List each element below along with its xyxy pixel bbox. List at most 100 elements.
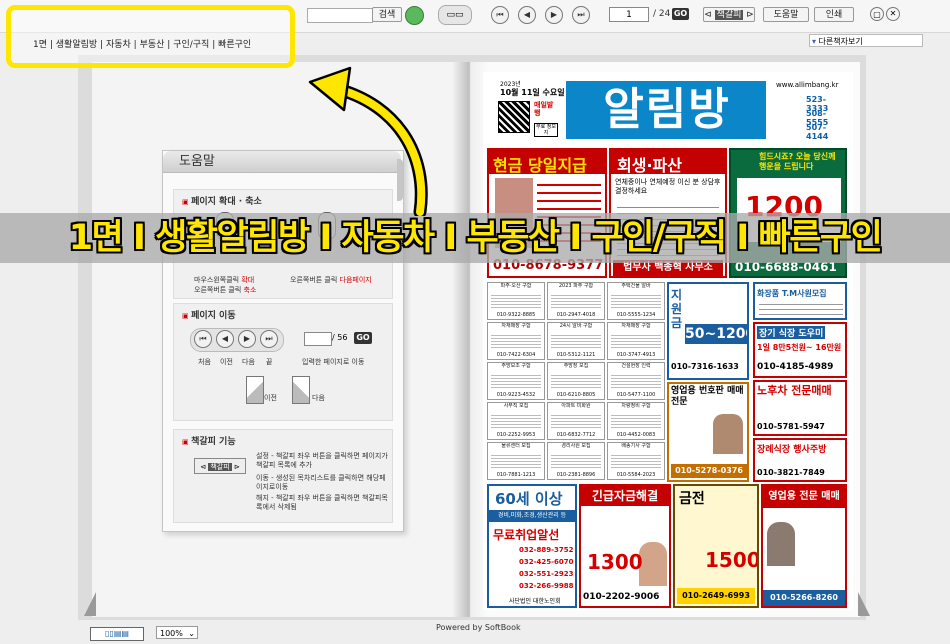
- help-bookmark-set: 설정 - 책갈피 좌우 버튼을 클릭하면 페이지가 책갈피 목록에 추가: [256, 452, 388, 469]
- ad-subsidy-title: 지원금: [671, 288, 683, 330]
- ad-senior-phone-3: 032-551-2923: [519, 570, 574, 578]
- powered-by: Powered by SoftBook: [436, 623, 521, 632]
- ad-gold-title: 금전: [679, 491, 705, 507]
- ad-lucky-title: 힘드시죠? 오늘 당신께 행운을 드립니다: [759, 152, 836, 171]
- page-flip-next-icon: [292, 376, 310, 404]
- prev-page-icon[interactable]: ◀: [518, 6, 536, 24]
- classified-ad-cell: 주방보조 구함 010-9223-4532: [487, 362, 545, 400]
- ad-business: 영업용 전문 매매 010-5266-8260: [761, 484, 847, 608]
- go-button[interactable]: GO: [672, 8, 689, 20]
- help-next-icon: ▶: [238, 330, 256, 348]
- classified-ad-cell: 24시 알바 구함 010-5312-1121: [547, 322, 605, 360]
- classified-ad-title: 2023 파주 구함: [558, 283, 594, 289]
- nav-item-cars[interactable]: 자동차: [106, 40, 131, 50]
- classified-ad-body: [611, 453, 661, 469]
- masthead: 2023년 10월 11일 수요일 매일발행 무료 정보지 알림방 www.al…: [488, 75, 848, 143]
- classified-ad-title: 건설현장 인력: [621, 363, 651, 369]
- classified-ad-cell: 사무직 모집 010-2252-9953: [487, 402, 545, 440]
- classified-ad-phone: 010-6832-7712: [556, 432, 596, 438]
- nav-item-jobs[interactable]: 구인/구직: [173, 40, 209, 50]
- ad-business-photo: [767, 522, 795, 566]
- classified-ad-title: 아파트 미화원: [561, 403, 591, 409]
- nav-item-living[interactable]: 생활알림방: [56, 40, 97, 50]
- ad-senior-title: 60세 이상: [495, 490, 563, 508]
- ad-loan-photo: [639, 542, 667, 586]
- search-button[interactable]: 검색: [372, 7, 402, 22]
- ad-rehab-title: 회생·파산: [617, 156, 682, 175]
- print-button[interactable]: 인쇄: [814, 7, 854, 22]
- help-bookmark-delete: 해지 - 책갈피 좌우 버튼을 클릭하면 책갈피목록에서 삭제됨: [256, 494, 388, 511]
- zoom-out-label: 축소: [243, 286, 257, 294]
- classified-ad-phone: 010-5555-1234: [616, 312, 656, 318]
- page-curl-right-icon[interactable]: [858, 592, 870, 616]
- bookmark-right-icon[interactable]: ⊳: [746, 10, 754, 20]
- nav-item-front[interactable]: 1면: [33, 40, 47, 50]
- help-move-prev: 이전: [220, 358, 233, 366]
- classified-ad-title: 물류센터 모집: [501, 443, 531, 449]
- classified-ad-cell: 물류센터 모집 010-7881-1213: [487, 442, 545, 480]
- zoom-left-text-1: 마우스왼쪽클릭: [194, 276, 240, 284]
- ad-senior-phone-1: 032-889-3752: [519, 546, 574, 554]
- bookmark-label: 책갈피: [714, 10, 744, 20]
- help-bookmark-right-icon: ⊳: [233, 463, 240, 471]
- help-bookmark-btn: ⊲ 책갈피 ⊳: [194, 458, 246, 474]
- ad-business-title: 영업용 전문 매매: [763, 486, 845, 508]
- classified-ad-body: [611, 293, 661, 309]
- classified-ad-cell: 아파트 미화원 010-6832-7712: [547, 402, 605, 440]
- search-input[interactable]: [307, 8, 373, 23]
- classified-ad-title: 파주·오산 구함: [500, 283, 532, 289]
- ad-loan-amount: 1300: [587, 550, 643, 574]
- ad-subsidy-amount: 50~1200: [685, 324, 749, 344]
- view-mode-icon[interactable]: ▭▭: [438, 5, 472, 25]
- daily-issue: 매일발행: [534, 101, 554, 117]
- classified-ad-title: 배송기사 구함: [621, 443, 651, 449]
- ad-business-phone: 010-5266-8260: [763, 590, 845, 606]
- ad-loan: 긴급자금해결 1300 010-2202-9006: [579, 484, 671, 608]
- window-icon[interactable]: ▢: [870, 7, 884, 21]
- paper-url: www.allimbang.kr: [776, 81, 839, 89]
- classified-ad-phone: 010-3747-4913: [616, 352, 656, 358]
- ad-truck-title: 영업용 번호판 매매전문: [671, 386, 744, 407]
- help-move-first: 처음: [198, 358, 211, 366]
- next-page-hint: 다음페이지: [339, 276, 372, 284]
- classified-ad-cell: 파주·오산 구함 010-9322-8885: [487, 282, 545, 320]
- classified-ad-phone: 010-6210-8805: [556, 392, 596, 398]
- classified-ad-title: 24시 알바 구함: [559, 323, 593, 329]
- next-page-icon[interactable]: ▶: [545, 6, 563, 24]
- classified-ad-body: [611, 413, 661, 429]
- ad-cosmetics-title: 화장품 T.M사원모집: [757, 289, 827, 298]
- classified-ad-cell: 경리사원 모집 010-2381-8896: [547, 442, 605, 480]
- nav-item-realestate[interactable]: 부동산: [140, 40, 165, 50]
- first-page-icon[interactable]: ⏮: [491, 6, 509, 24]
- annotation-arrow-icon: [308, 66, 428, 216]
- ad-loan-title: 긴급자금해결: [581, 486, 669, 506]
- bookmark-button[interactable]: ⊲ 책갈피 ⊳: [703, 7, 755, 22]
- classified-ad-title: 자재매장 구함: [501, 323, 531, 329]
- search-go-icon[interactable]: [405, 6, 424, 25]
- ad-truck-photo: [713, 414, 743, 454]
- zoom-left-text-2: 오른쪽버튼 클릭: [194, 286, 242, 294]
- last-page-icon[interactable]: ⏭: [572, 6, 590, 24]
- help-next-label: 다음: [312, 394, 325, 402]
- page-number-input[interactable]: 1: [609, 7, 649, 22]
- classified-ad-phone: 010-5312-1121: [556, 352, 596, 358]
- classified-ad-cell: 건설현장 인력 010-5477-1100: [607, 362, 665, 400]
- zoom-select[interactable]: 100% ⌄: [156, 626, 198, 639]
- help-bookmark-section: 책갈피 기능 ⊲ 책갈피 ⊳ 설정 - 책갈피 좌우 버튼을 클릭하면 페이지가…: [173, 429, 393, 523]
- classified-ad-cell: 차량정비 구함 010-4452-0083: [607, 402, 665, 440]
- ad-gold-amount: 1500: [705, 548, 759, 572]
- classified-ad-phone: 010-9322-8885: [496, 312, 536, 318]
- fax-number: 507-4144: [806, 123, 829, 141]
- other-books-dropdown[interactable]: ▾ 다른책자보기: [809, 34, 923, 47]
- ad-oldcar-title: 노후차 전문매매: [757, 384, 832, 397]
- help-bookmark-title: 책갈피 기능: [174, 430, 392, 447]
- classified-ad-phone: 010-4452-0083: [616, 432, 656, 438]
- nav-item-quick-jobs[interactable]: 빠른구인: [218, 40, 251, 50]
- thumbnail-view-icon[interactable]: ▯▯▤▤: [90, 627, 144, 641]
- issue-date: 10월 11일 수요일: [500, 88, 565, 97]
- bookmark-left-icon[interactable]: ⊲: [704, 10, 712, 20]
- help-button[interactable]: 도움말: [763, 7, 809, 22]
- close-icon[interactable]: ✕: [886, 7, 900, 21]
- ad-subsidy-phone: 010-7316-1633: [671, 362, 739, 371]
- page-curl-left-icon[interactable]: [84, 592, 96, 616]
